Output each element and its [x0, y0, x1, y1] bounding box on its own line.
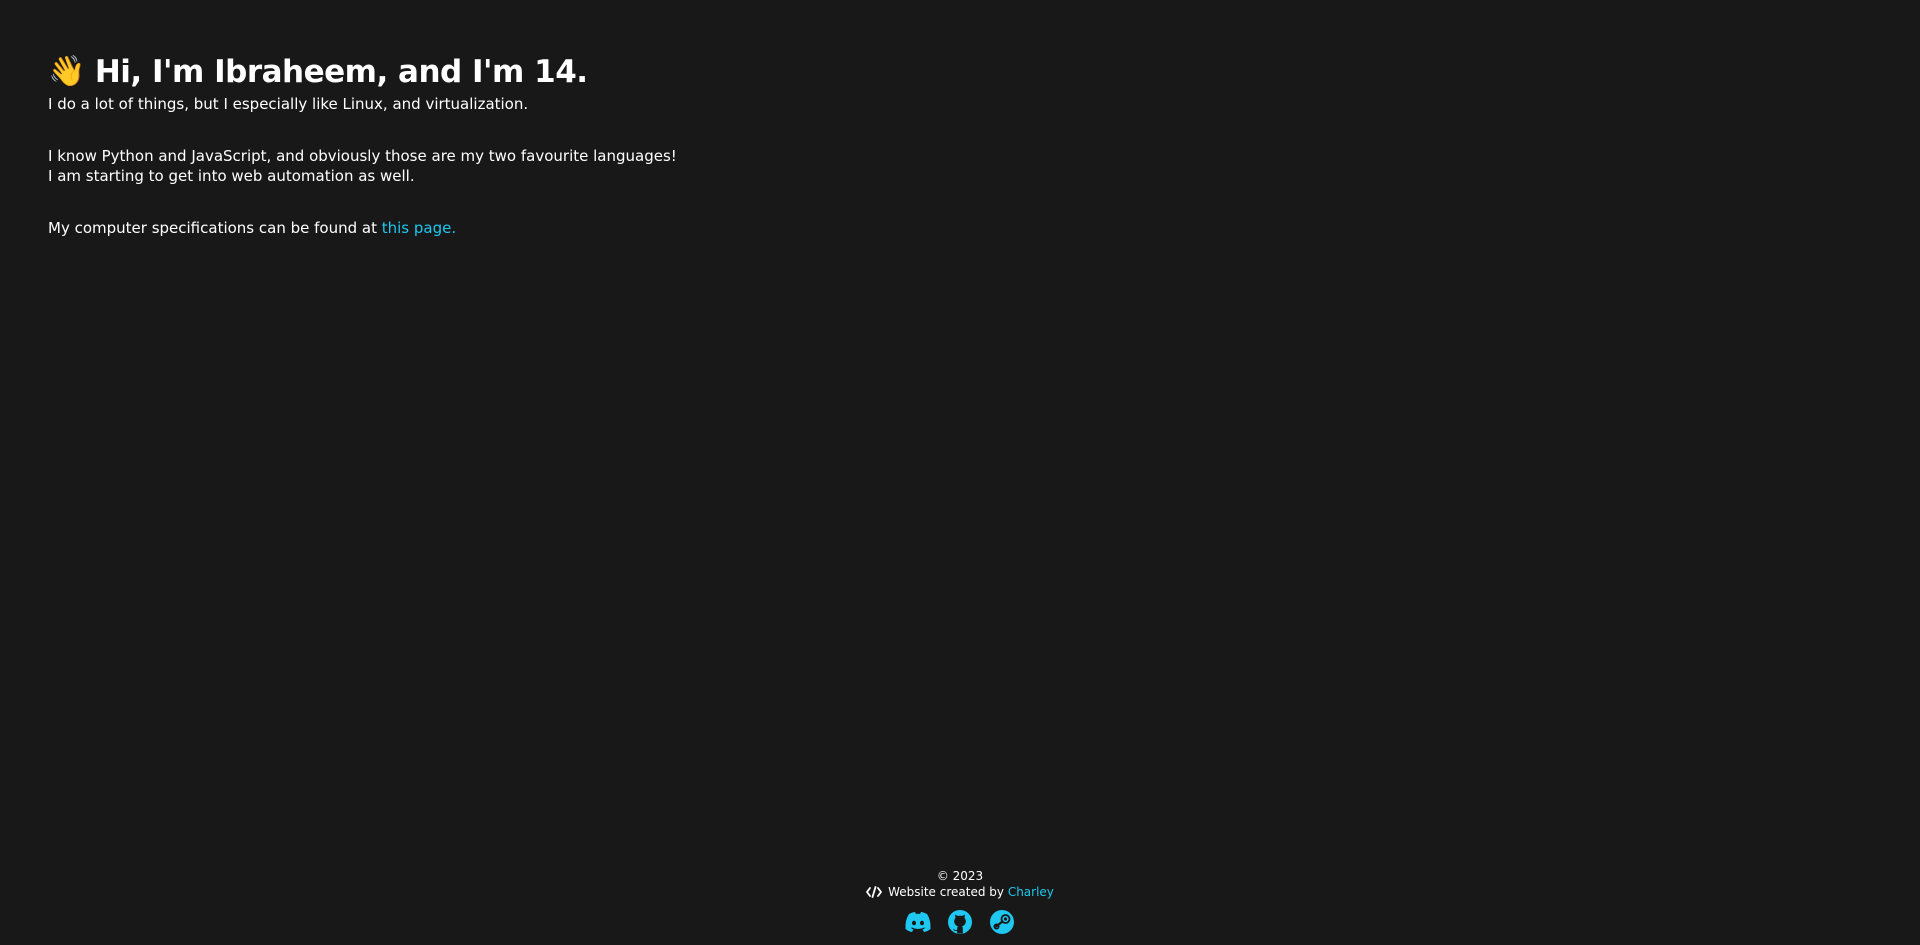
- discord-icon[interactable]: [904, 908, 932, 936]
- specs-prefix: My computer specifications can be found …: [48, 219, 382, 237]
- credit-prefix: Website created by: [888, 885, 1008, 899]
- github-icon[interactable]: [946, 908, 974, 936]
- page-title: 👋 Hi, I'm Ibraheem, and I'm 14.: [48, 50, 948, 94]
- intro-text: I do a lot of things, but I especially l…: [48, 95, 529, 113]
- main-content: 👋 Hi, I'm Ibraheem, and I'm 14. I do a l…: [48, 50, 948, 238]
- social-links: [0, 908, 1920, 936]
- credit-line: Website created by Charley: [866, 884, 1054, 900]
- author-link[interactable]: Charley: [1008, 885, 1054, 899]
- automation-text: I am starting to get into web automation…: [48, 167, 415, 185]
- languages-text: I know Python and JavaScript, and obviou…: [48, 147, 677, 165]
- code-icon: [866, 886, 882, 898]
- page-title-text: Hi, I'm Ibraheem, and I'm 14.: [94, 54, 588, 90]
- specs-text: My computer specifications can be found …: [48, 218, 948, 238]
- waving-hand-icon: 👋: [48, 54, 85, 89]
- copyright: © 2023: [936, 869, 984, 883]
- page: 👋 Hi, I'm Ibraheem, and I'm 14. I do a l…: [0, 0, 1920, 945]
- specs-link[interactable]: this page.: [382, 219, 456, 237]
- footer: © 2023 Website created by Charley: [0, 868, 1920, 936]
- steam-icon[interactable]: [988, 908, 1016, 936]
